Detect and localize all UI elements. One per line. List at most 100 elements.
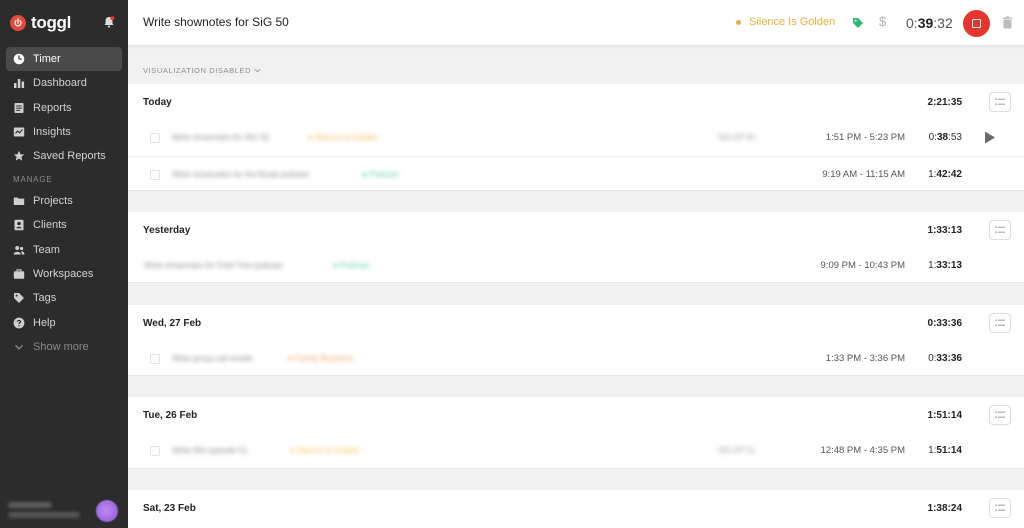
entry-duration[interactable]: 1:42:42 [928,169,962,180]
running-timer: 0:39:32 [906,15,953,31]
entry-tags-blurred: SiG EP 50 [718,133,756,142]
day-group: Sat, 23 Feb 1:38:24 [128,490,1024,528]
day-header: Tue, 26 Feb 1:51:14 [128,397,1024,433]
sidebar-item-help[interactable]: Help [6,311,122,335]
billable-dollar-icon[interactable]: $ [879,14,886,29]
entry-checkbox[interactable] [150,133,160,143]
entry-duration[interactable]: 0:33:36 [928,353,962,364]
day-header: Wed, 27 Feb 0:33:36 [128,305,1024,341]
day-title: Tue, 26 Feb [143,410,198,421]
day-total: 1:51:14 [927,410,962,421]
sidebar-item-workspaces[interactable]: Workspaces [6,262,122,286]
bulk-edit-button[interactable] [989,92,1011,112]
entry-project-blurred: ● Silence Is Golden [308,133,378,142]
entry-time-range[interactable]: 1:51 PM - 5:23 PM [826,132,905,143]
day-group: Today 2:21:35 Write shownotes for SiG 50… [128,84,1024,191]
entry-duration[interactable]: 1:51:14 [928,445,962,456]
sidebar-show-more[interactable]: Show more [6,335,122,359]
entry-time-range[interactable]: 12:48 PM - 4:35 PM [821,445,905,456]
document-icon [12,101,25,114]
sidebar-item-label: Insights [33,125,71,138]
bulk-edit-button[interactable] [989,405,1011,425]
logo[interactable]: toggl [10,13,118,32]
time-entry-row[interactable]: Write group call emails ● Family Busines… [128,341,1024,377]
insights-icon [12,125,25,138]
sidebar-item-label: Saved Reports [33,150,106,163]
entry-time-range[interactable]: 9:09 PM - 10:43 PM [821,260,905,271]
list-icon [995,319,1005,326]
entry-description-blurred: Write shownotes for the Kinda podcast [172,170,309,179]
entry-tags-blurred: SiG EP 51 [718,446,756,455]
day-header: Sat, 23 Feb 1:38:24 [128,490,1024,526]
list-icon [995,411,1005,418]
entry-duration[interactable]: 0:38:53 [929,132,962,143]
team-icon [12,243,25,256]
day-header: Today 2:21:35 [128,84,1024,120]
bulk-edit-button[interactable] [989,313,1011,333]
day-title: Wed, 27 Feb [143,318,202,329]
project-label: Silence Is Golden [749,16,836,28]
sidebar-item-timer[interactable]: Timer [6,47,122,71]
clock-icon [12,53,25,66]
sidebar-nav: Timer Dashboard Reports Insights Saved R… [6,47,122,359]
list-icon [995,504,1005,511]
bulk-edit-button[interactable] [989,498,1011,518]
day-total: 1:38:24 [927,503,962,514]
visualization-toggle[interactable]: VISUALIZATION DISABLED [143,66,261,75]
trash-icon[interactable] [1002,16,1013,29]
day-title: Yesterday [143,225,191,236]
sidebar-item-clients[interactable]: Clients [6,213,122,237]
list-icon [995,98,1005,105]
profile-workspace-blurred [8,512,80,518]
notification-bell-icon[interactable] [102,15,116,29]
stop-timer-button[interactable] [963,10,990,37]
entry-checkbox[interactable] [150,446,160,456]
entry-project-blurred: ● Podcast [362,170,398,179]
time-entry-row[interactable]: Write shownotes for SiG 50 ● Silence Is … [128,120,1024,156]
profile-menu[interactable] [8,498,120,524]
logo-text: toggl [31,13,72,32]
entry-checkbox[interactable] [150,170,160,180]
folder-icon [12,195,25,208]
bulk-edit-button[interactable] [989,220,1011,240]
entry-checkbox[interactable] [150,354,160,364]
sidebar-item-saved-reports[interactable]: Saved Reports [6,144,122,168]
sidebar-item-label: Tags [33,292,57,305]
time-entry-row[interactable]: Write shownotes for the Kinda podcast ● … [128,156,1024,192]
day-group: Tue, 26 Feb 1:51:14 Write SiG episode 51… [128,397,1024,469]
entry-duration[interactable]: 1:33:13 [928,260,962,271]
entry-description-blurred: Write SiG episode 51 [172,446,248,455]
sidebar-item-insights[interactable]: Insights [6,120,122,144]
sidebar-item-dashboard[interactable]: Dashboard [6,71,122,95]
sidebar-item-tags[interactable]: Tags [6,286,122,310]
entry-time-range[interactable]: 9:19 AM - 11:15 AM [822,169,905,180]
sidebar-item-label: Dashboard [33,77,87,90]
time-entry-row[interactable]: Write SiG episode 51 ● Silence Is Golden… [128,433,1024,469]
sidebar-item-reports[interactable]: Reports [6,96,122,120]
sidebar-item-label: Clients [33,219,67,232]
avatar[interactable] [96,500,118,522]
bar-chart-icon [12,77,25,90]
project-selector[interactable]: Silence Is Golden [736,16,835,28]
day-group: Wed, 27 Feb 0:33:36 Write group call ema… [128,305,1024,376]
profile-name-blurred [8,502,52,508]
entry-project-blurred: ● Family Business [288,354,354,363]
entry-description-blurred: Write group call emails [172,354,253,363]
day-title: Today [143,97,172,108]
day-total: 2:21:35 [927,97,962,108]
tag-icon [12,292,25,305]
help-icon [12,316,25,329]
sidebar: toggl Timer Dashboard Reports Insights S… [0,0,128,528]
time-entry-row[interactable]: Write shownotes for Gold Tree podcast ● … [128,248,1024,284]
tag-icon[interactable] [852,17,864,29]
sidebar-item-label: Team [33,243,60,256]
entry-time-range[interactable]: 1:33 PM - 3:36 PM [826,353,905,364]
sidebar-item-team[interactable]: Team [6,238,122,262]
chevron-down-icon [254,68,261,73]
chevron-down-icon [12,340,25,353]
sidebar-item-label: Timer [33,53,61,65]
day-title: Sat, 23 Feb [143,503,196,514]
play-icon[interactable] [984,131,996,144]
entry-description-input[interactable]: Write shownotes for SiG 50 [143,15,289,29]
sidebar-item-projects[interactable]: Projects [6,189,122,213]
